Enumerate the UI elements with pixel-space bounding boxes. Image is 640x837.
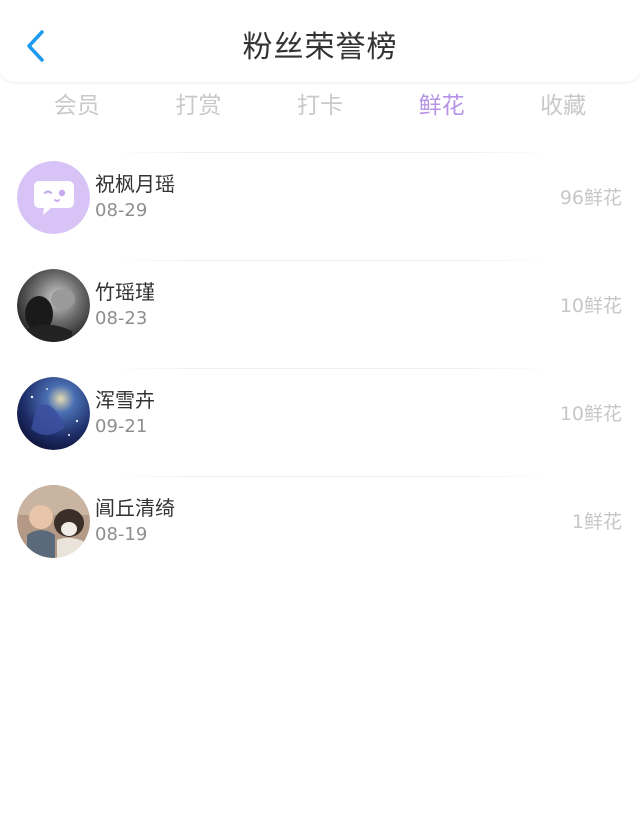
tab-reward[interactable]: 打赏	[138, 86, 260, 130]
page-title: 粉丝荣誉榜	[242, 30, 398, 65]
list-item[interactable]: 阊丘清绮 08-19 1鲜花	[0, 476, 640, 584]
flower-count: 10鲜花	[559, 295, 622, 317]
fan-honor-page: 粉丝荣誉榜 会员 打赏 打卡 鲜花 收藏 祝枫月瑶 08-29 96鲜花 竹瑶瑾…	[0, 0, 640, 837]
divider	[110, 476, 550, 477]
fan-name: 祝枫月瑶	[95, 172, 175, 196]
flower-count: 10鲜花	[559, 403, 622, 425]
avatar[interactable]	[17, 161, 90, 234]
avatar-photo	[17, 485, 90, 558]
fan-date: 08-23	[95, 308, 148, 329]
list-item[interactable]: 竹瑶瑾 08-23 10鲜花	[0, 260, 640, 368]
fan-list: 祝枫月瑶 08-29 96鲜花 竹瑶瑾 08-23 10鲜花 浑雪卉 09-21…	[0, 152, 640, 584]
tab-member[interactable]: 会员	[16, 86, 138, 130]
flower-count: 96鲜花	[559, 187, 622, 209]
avatar[interactable]	[17, 377, 90, 450]
avatar-photo	[17, 377, 90, 450]
list-item[interactable]: 浑雪卉 09-21 10鲜花	[0, 368, 640, 476]
fan-name: 阊丘清绮	[95, 496, 175, 520]
tab-bar: 会员 打赏 打卡 鲜花 收藏	[16, 86, 624, 130]
chat-bubble-icon	[17, 161, 90, 234]
fan-date: 09-21	[95, 416, 148, 437]
divider	[110, 152, 550, 153]
divider	[110, 260, 550, 261]
divider	[110, 368, 550, 369]
fan-name: 浑雪卉	[95, 388, 155, 412]
avatar-photo	[17, 269, 90, 342]
fan-date: 08-29	[95, 200, 148, 221]
tab-flowers[interactable]: 鲜花	[381, 86, 503, 130]
header-bar: 粉丝荣誉榜	[0, 0, 640, 82]
avatar[interactable]	[17, 269, 90, 342]
fan-name: 竹瑶瑾	[95, 280, 155, 304]
fan-date: 08-19	[95, 524, 148, 545]
flower-count: 1鲜花	[571, 511, 622, 533]
tab-favorites[interactable]: 收藏	[502, 86, 624, 130]
tab-checkin[interactable]: 打卡	[259, 86, 381, 130]
list-item[interactable]: 祝枫月瑶 08-29 96鲜花	[0, 152, 640, 260]
avatar[interactable]	[17, 485, 90, 558]
